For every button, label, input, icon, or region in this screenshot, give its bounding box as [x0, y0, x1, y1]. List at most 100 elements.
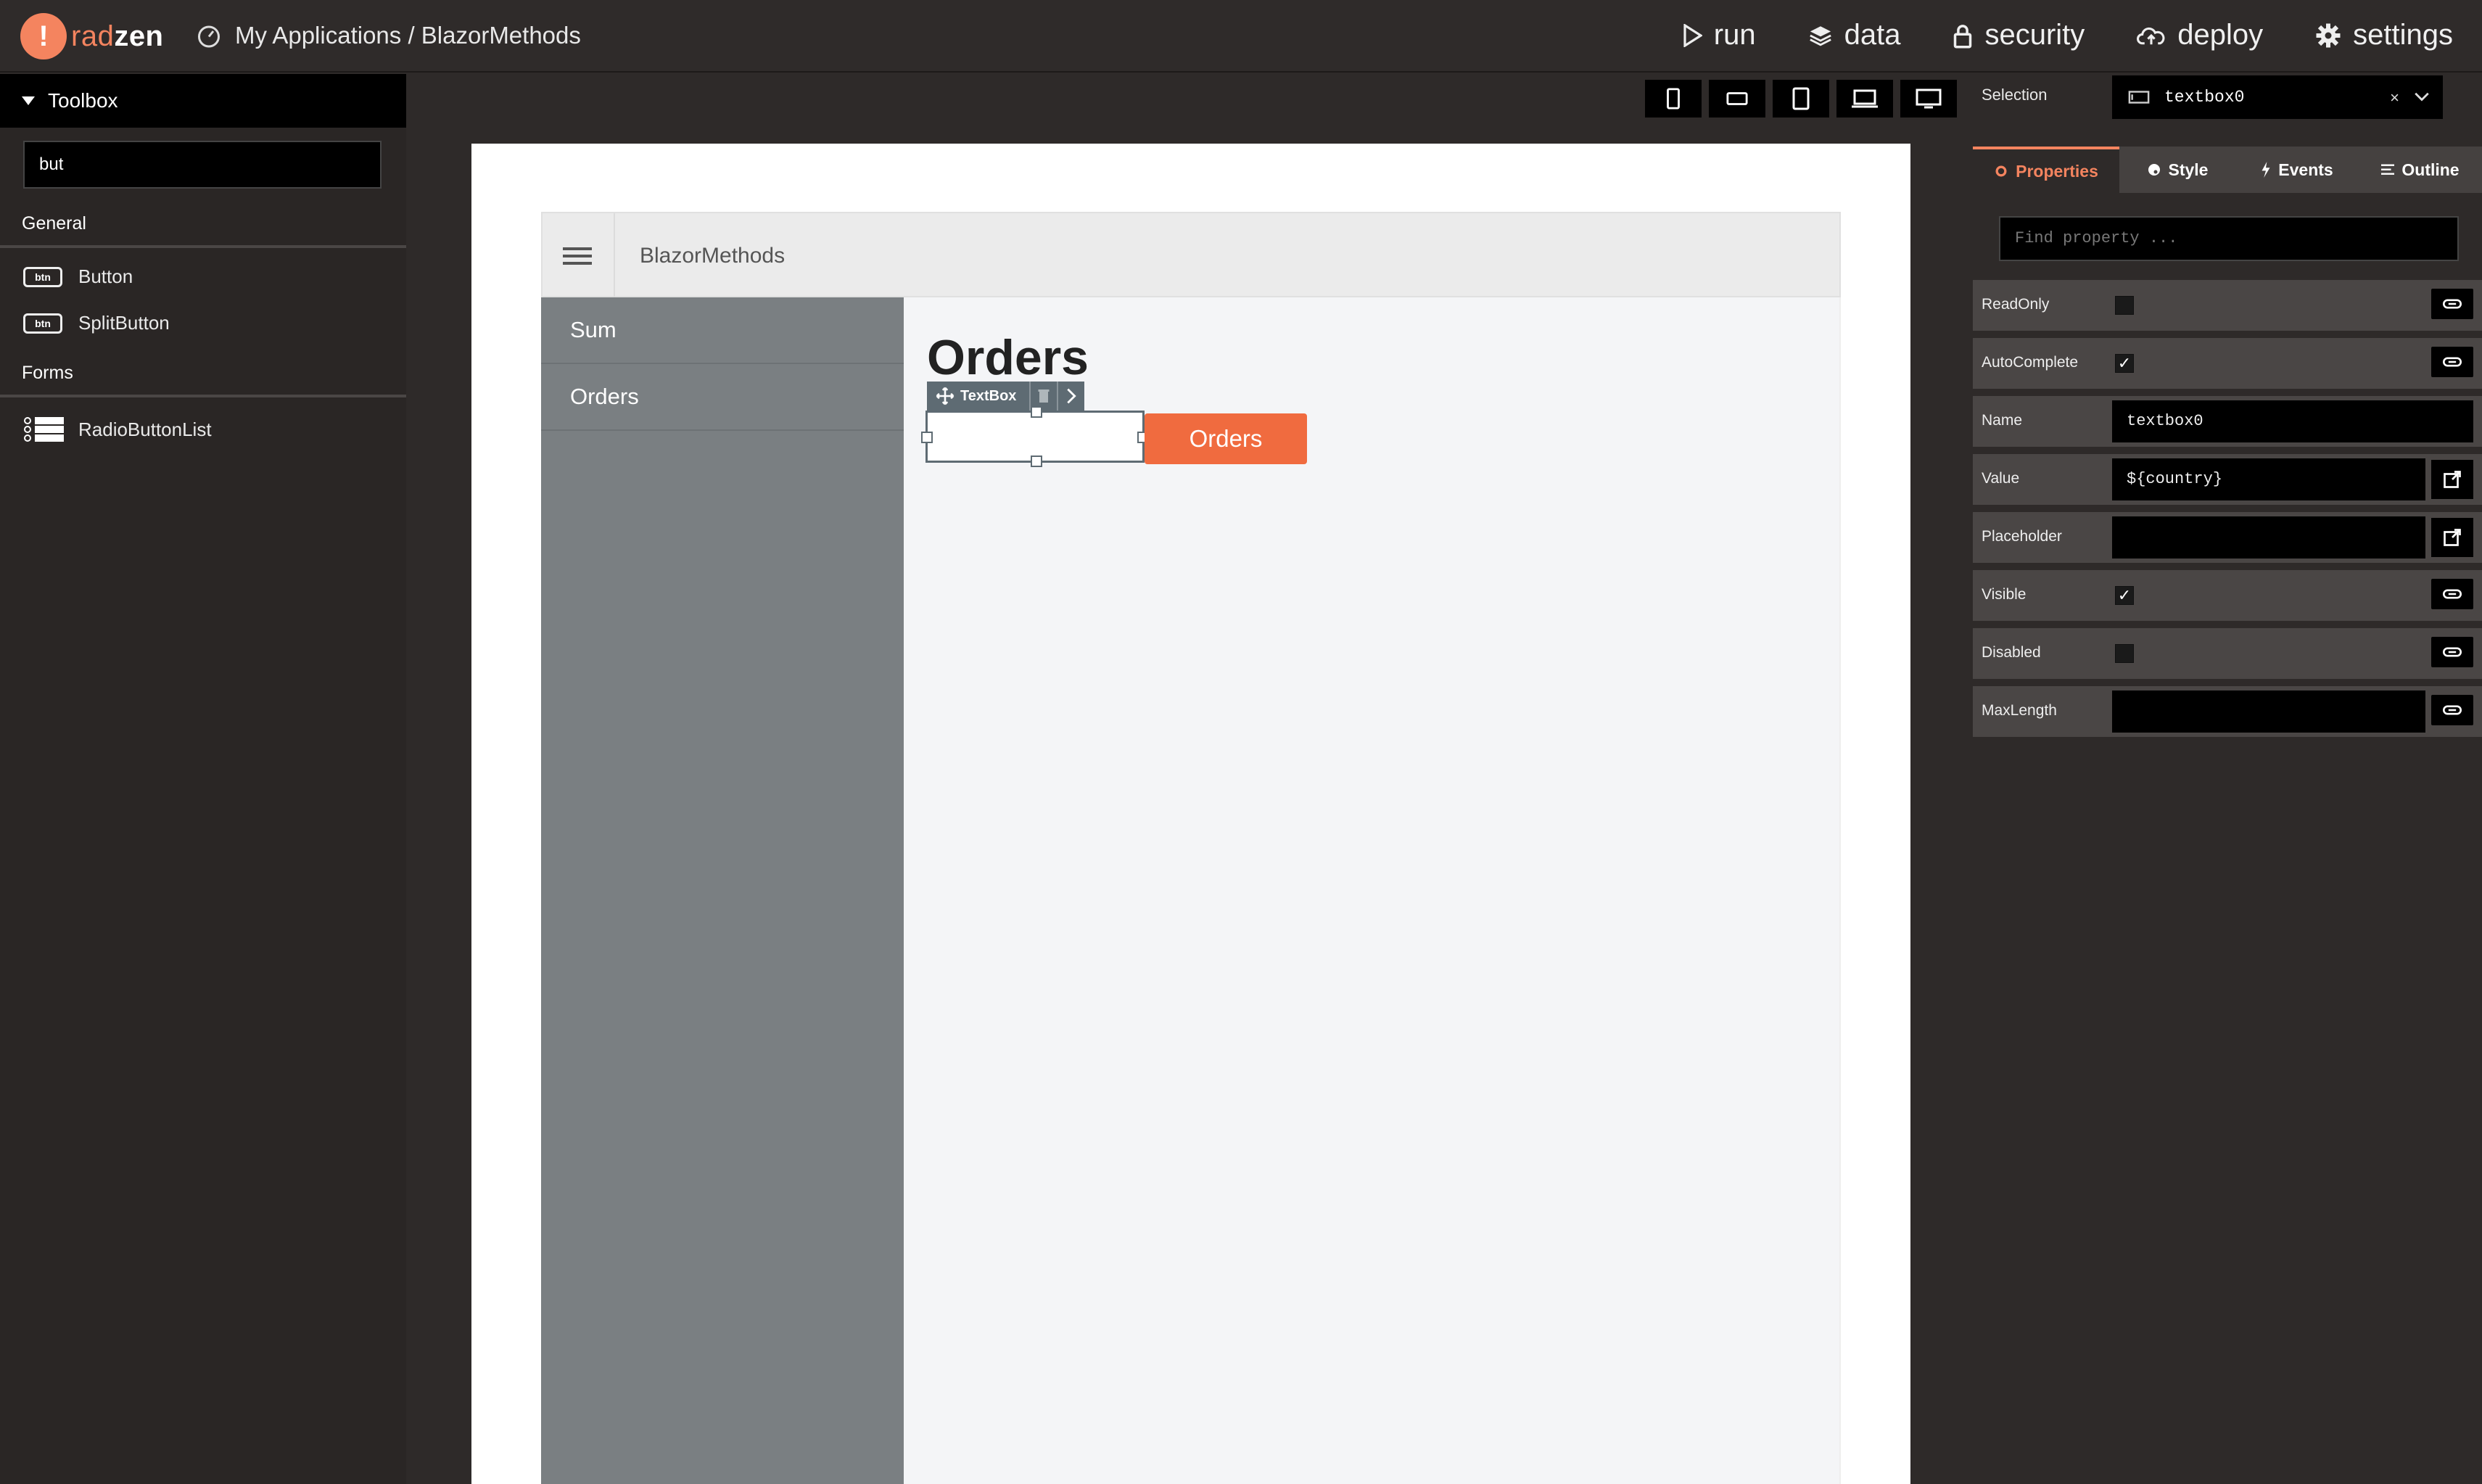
- device-toolbar: [1645, 80, 1964, 118]
- app-sidebar[interactable]: Sum Orders: [541, 297, 904, 1484]
- radzen-logo[interactable]: ! radzen: [20, 13, 164, 59]
- property-row-placeholder: Placeholder: [1973, 512, 2482, 563]
- edit-expression-button[interactable]: [2431, 460, 2473, 499]
- sidebar-item-sum[interactable]: Sum: [541, 297, 904, 364]
- tab-outline[interactable]: Outline: [2359, 147, 2482, 193]
- orders-button[interactable]: Orders: [1145, 413, 1307, 464]
- resize-handle-top[interactable]: [1031, 406, 1042, 418]
- link-icon: [2443, 589, 2462, 599]
- trash-icon: [1038, 389, 1050, 403]
- resize-handle-left[interactable]: [921, 432, 933, 443]
- disabled-checkbox[interactable]: [2115, 644, 2134, 663]
- toolbox-header[interactable]: Toolbox: [0, 74, 406, 128]
- divider: [0, 395, 406, 397]
- security-button[interactable]: security: [1953, 19, 2085, 51]
- name-input[interactable]: textbox0: [2112, 400, 2473, 442]
- component-type-label: TextBox: [960, 387, 1017, 404]
- property-row-disabled: Disabled: [1973, 628, 2482, 679]
- move-arrows-icon: [936, 387, 955, 405]
- value-input[interactable]: ${country}: [2112, 458, 2425, 500]
- bind-property-button[interactable]: [2431, 289, 2473, 319]
- dashboard-gauge-icon: [198, 25, 220, 48]
- link-icon: [2443, 299, 2462, 309]
- breadcrumb-text: My Applications / BlazorMethods: [235, 22, 581, 49]
- breadcrumb[interactable]: My Applications / BlazorMethods: [196, 22, 581, 49]
- visible-checkbox[interactable]: ✓: [2115, 586, 2134, 605]
- palette-icon: [2148, 164, 2160, 176]
- desktop-icon: [1916, 88, 1942, 109]
- resize-handle-bottom[interactable]: [1031, 455, 1042, 467]
- toolbox-group-general[interactable]: General: [0, 213, 406, 234]
- edit-expression-button[interactable]: [2431, 518, 2473, 557]
- list-icon: [2381, 164, 2395, 175]
- run-button[interactable]: run: [1682, 19, 1756, 51]
- chevron-down-icon[interactable]: [2414, 92, 2430, 102]
- bind-property-button[interactable]: [2431, 695, 2473, 725]
- tablet-icon: [1792, 87, 1810, 110]
- selection-row: Selection textbox0 ×: [1973, 74, 2482, 120]
- settings-button[interactable]: settings: [2315, 19, 2453, 51]
- phone-icon: [1667, 88, 1680, 110]
- radio-list-icon: [24, 417, 64, 442]
- select-next-button[interactable]: [1057, 382, 1085, 411]
- property-row-value: Value ${country}: [1973, 454, 2482, 505]
- gear-icon: [2316, 23, 2341, 47]
- toolbox-search-input[interactable]: but: [23, 141, 382, 189]
- tab-properties[interactable]: Properties: [1973, 147, 2119, 193]
- data-button[interactable]: data: [1808, 19, 1900, 51]
- toolbox-title: Toolbox: [48, 89, 118, 112]
- triangle-down-icon: [22, 96, 35, 105]
- design-canvas[interactable]: BlazorMethods Sum Orders Orders: [471, 144, 1910, 1484]
- toolbox-item-button[interactable]: btn Button: [23, 265, 133, 288]
- toolbox-group-forms[interactable]: Forms: [0, 363, 406, 384]
- find-property-input[interactable]: Find property ...: [1999, 216, 2459, 261]
- gear-icon: [1995, 165, 2007, 177]
- property-row-name: Name textbox0: [1973, 396, 2482, 447]
- selection-value: textbox0: [2164, 88, 2245, 107]
- app-header[interactable]: BlazorMethods: [541, 212, 1841, 299]
- hamburger-menu-icon[interactable]: [563, 245, 592, 267]
- toolbox-item-radiobuttonlist[interactable]: RadioButtonList: [23, 415, 212, 444]
- chevron-right-icon: [1067, 388, 1077, 404]
- property-tabs: Properties Style Events Outline: [1973, 147, 2482, 193]
- property-row-autocomplete: AutoComplete ✓: [1973, 338, 2482, 389]
- link-icon: [2443, 647, 2462, 657]
- maxlength-input[interactable]: [2112, 691, 2425, 733]
- logo-zen: zen: [114, 20, 164, 52]
- btn-icon: btn: [23, 266, 62, 287]
- property-row-visible: Visible ✓: [1973, 570, 2482, 621]
- bind-property-button[interactable]: [2431, 637, 2473, 667]
- header-divider: [614, 213, 615, 299]
- device-tablet-button[interactable]: [1773, 80, 1829, 118]
- page-heading[interactable]: Orders: [927, 329, 1089, 386]
- bind-property-button[interactable]: [2431, 579, 2473, 609]
- tab-style[interactable]: Style: [2119, 147, 2235, 193]
- clear-selection-icon[interactable]: ×: [2390, 88, 2399, 107]
- link-icon: [2443, 357, 2462, 367]
- device-phone-landscape-button[interactable]: [1709, 80, 1765, 118]
- autocomplete-checkbox[interactable]: ✓: [2115, 354, 2134, 373]
- bind-property-button[interactable]: [2431, 347, 2473, 377]
- device-phone-button[interactable]: [1645, 80, 1702, 118]
- top-bar: ! radzen My Applications / BlazorMethods…: [0, 0, 2482, 73]
- phone-landscape-icon: [1726, 92, 1748, 105]
- toolbox-panel: Toolbox but General btn Button btn Split…: [0, 74, 406, 1484]
- selection-dropdown[interactable]: textbox0 ×: [2112, 75, 2443, 119]
- deploy-button[interactable]: deploy: [2137, 19, 2263, 51]
- device-laptop-button[interactable]: [1836, 80, 1893, 118]
- lock-icon: [1954, 24, 1972, 48]
- app-body[interactable]: Orders: [904, 297, 1841, 1484]
- readonly-checkbox[interactable]: [2115, 296, 2134, 315]
- play-icon: [1683, 23, 1702, 47]
- textbox-icon: [2128, 91, 2150, 104]
- device-desktop-button[interactable]: [1900, 80, 1957, 118]
- placeholder-input[interactable]: [2112, 516, 2425, 558]
- selection-label: Selection: [1982, 86, 2048, 104]
- component-move-handle[interactable]: TextBox: [927, 382, 1030, 411]
- toolbox-item-splitbutton[interactable]: btn SplitButton: [23, 312, 170, 334]
- tab-events[interactable]: Events: [2235, 147, 2359, 193]
- sidebar-item-orders[interactable]: Orders: [541, 364, 904, 431]
- selected-textbox[interactable]: [921, 406, 1149, 467]
- logo-mark: !: [20, 13, 67, 59]
- external-edit-icon: [2444, 529, 2461, 546]
